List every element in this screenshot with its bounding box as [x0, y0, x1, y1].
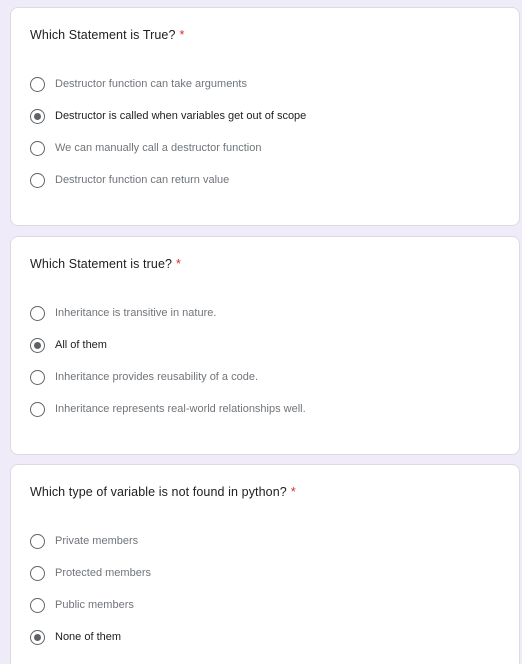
option-label: Public members: [55, 599, 134, 611]
question-title-text: Which type of variable is not found in p…: [30, 485, 287, 499]
radio-unchecked-icon[interactable]: [30, 369, 45, 385]
option-label: All of them: [55, 339, 107, 351]
radio-unchecked-icon[interactable]: [30, 533, 45, 549]
option-label: Inheritance represents real-world relati…: [55, 403, 306, 415]
option-label: Inheritance provides reusability of a co…: [55, 371, 259, 383]
radio-checked-icon[interactable]: [30, 108, 45, 124]
radio-unchecked-icon[interactable]: [30, 565, 45, 581]
radio-option[interactable]: Protected members: [30, 564, 151, 582]
radio-option[interactable]: We can manually call a destructor functi…: [30, 139, 261, 157]
radio-option[interactable]: Private members: [30, 532, 138, 550]
option-label: None of them: [55, 631, 122, 643]
radio-unchecked-icon[interactable]: [30, 172, 45, 188]
option-label: Protected members: [55, 567, 151, 579]
question-title: Which type of variable is not found in p…: [30, 485, 296, 499]
question-title: Which Statement is True? *: [30, 28, 184, 42]
option-label: Destructor is called when variables get …: [55, 110, 307, 122]
radio-unchecked-icon[interactable]: [30, 140, 45, 156]
option-label: We can manually call a destructor functi…: [55, 142, 262, 154]
question-card: Which type of variable is not found in p…: [10, 464, 520, 664]
radio-option[interactable]: Inheritance provides reusability of a co…: [30, 368, 258, 386]
radio-unchecked-icon[interactable]: [30, 597, 45, 613]
radio-option[interactable]: Public members: [30, 596, 134, 614]
required-asterisk: *: [176, 257, 182, 271]
option-label: Destructor function can take arguments: [55, 78, 247, 90]
radio-option-selected[interactable]: All of them: [30, 336, 107, 354]
question-title-text: Which Statement is True?: [30, 28, 176, 42]
required-asterisk: *: [290, 485, 296, 499]
radio-checked-icon[interactable]: [30, 337, 45, 353]
radio-unchecked-icon[interactable]: [30, 76, 45, 92]
radio-option[interactable]: Inheritance represents real-world relati…: [30, 400, 306, 418]
question-card: Which Statement is true? * Inheritance is…: [10, 236, 520, 455]
radio-option-selected[interactable]: Destructor is called when variables get …: [30, 107, 306, 125]
radio-option[interactable]: Inheritance is transitive in nature.: [30, 304, 216, 322]
radio-checked-icon[interactable]: [30, 629, 45, 645]
option-label: Destructor function can return value: [55, 174, 230, 186]
question-card: Which Statement is True? * Destructor fun…: [10, 7, 520, 226]
radio-unchecked-icon[interactable]: [30, 401, 45, 417]
option-label: Inheritance is transitive in nature.: [55, 307, 217, 319]
radio-unchecked-icon[interactable]: [30, 305, 45, 321]
radio-option[interactable]: Destructor function can take arguments: [30, 75, 247, 93]
radio-option-selected[interactable]: None of them: [30, 628, 121, 646]
question-title: Which Statement is true? *: [30, 257, 181, 271]
radio-option[interactable]: Destructor function can return value: [30, 171, 229, 189]
required-asterisk: *: [179, 28, 185, 42]
option-label: Private members: [55, 535, 139, 547]
question-title-text: Which Statement is true?: [30, 257, 173, 271]
